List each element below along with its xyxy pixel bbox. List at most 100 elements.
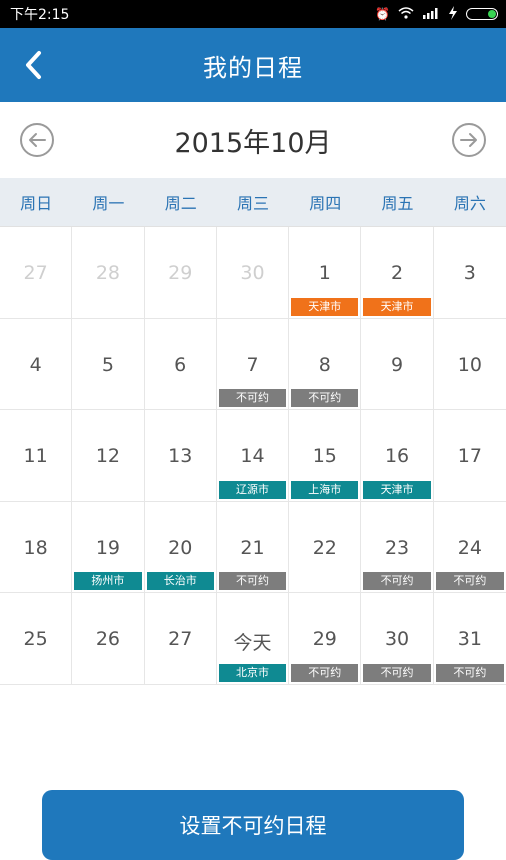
calendar-day-cell[interactable]: 27 — [0, 227, 73, 319]
alarm-icon: ⏰ — [375, 7, 390, 21]
calendar-day-cell[interactable]: 25 — [0, 593, 73, 685]
day-number: 28 — [95, 262, 121, 284]
calendar-day-cell[interactable]: 3 — [433, 227, 506, 319]
schedule-tag: 辽源市 — [218, 480, 287, 499]
day-number: 29 — [168, 262, 193, 284]
day-number: 30 — [384, 628, 410, 650]
calendar-day-cell[interactable]: 22 — [289, 501, 362, 593]
calendar-day-cell[interactable]: 7 不可约 — [216, 318, 290, 410]
day-number: 20 — [168, 536, 193, 559]
calendar-day-cell[interactable]: 15 上海市 — [289, 410, 362, 502]
weekday-label: 周六 — [453, 194, 486, 213]
calendar-day-cell[interactable]: 20 长治市 — [144, 501, 217, 593]
day-number: 16 — [384, 445, 410, 467]
day-number: 27 — [168, 628, 193, 650]
calendar-day-cell[interactable]: 17 — [433, 410, 506, 502]
calendar-day-cell[interactable]: 14 辽源市 — [216, 410, 290, 502]
day-number: 12 — [95, 445, 121, 467]
calendar-day-cell[interactable]: 今天 北京市 — [216, 593, 290, 685]
calendar-day-cell[interactable]: 24 不可约 — [433, 502, 506, 593]
day-number: 25 — [23, 628, 48, 650]
calendar-day-cell[interactable]: 4 — [0, 318, 73, 410]
charging-icon — [448, 5, 458, 23]
weekday-label: 周四 — [309, 194, 342, 213]
day-number: 今天 — [233, 632, 272, 654]
chevron-left-icon — [26, 51, 41, 79]
calendar-day-cell[interactable]: 12 — [72, 410, 145, 502]
schedule-tag: 天津市 — [363, 297, 431, 316]
month-title: 2015年10月 — [174, 127, 332, 159]
calendar-day-cell[interactable]: 13 — [144, 410, 217, 502]
day-number: 2 — [391, 262, 404, 284]
prev-month-button[interactable] — [20, 123, 54, 157]
day-number: 8 — [318, 353, 331, 376]
calendar-day-cell[interactable]: 29 — [144, 227, 217, 319]
calendar-day-cell[interactable]: 5 — [72, 318, 145, 410]
schedule-tag: 天津市 — [363, 480, 431, 499]
schedule-tag: 不可约 — [218, 389, 287, 407]
weekday-label: 周一 — [92, 194, 125, 213]
schedule-tag: 不可约 — [291, 389, 359, 407]
calendar-day-cell[interactable]: 30 不可约 — [361, 593, 434, 685]
status-time: 下午2:15 — [10, 7, 70, 23]
day-number: 10 — [457, 353, 482, 376]
day-number: 27 — [23, 262, 48, 284]
day-number: 29 — [312, 628, 337, 650]
arrow-right-icon — [459, 133, 477, 147]
day-number: 3 — [463, 262, 476, 284]
day-number: 9 — [391, 353, 404, 376]
calendar-day-cell[interactable]: 9 — [361, 318, 434, 410]
schedule-tag: 不可约 — [291, 663, 359, 682]
calendar-day-cell[interactable]: 19 扬州市 — [72, 501, 145, 593]
day-number: 7 — [246, 353, 259, 376]
day-number: 14 — [240, 445, 265, 467]
day-number: 1 — [318, 262, 331, 284]
schedule-tag: 不可约 — [363, 572, 431, 590]
app-bar: 我的日程 — [0, 28, 506, 102]
calendar-day-cell[interactable]: 18 — [0, 501, 73, 593]
calendar-day-cell[interactable]: 26 — [72, 593, 145, 685]
day-number: 17 — [457, 445, 482, 467]
schedule-tag: 扬州市 — [74, 572, 142, 590]
day-number: 21 — [240, 536, 265, 559]
calendar-day-cell[interactable]: 31 不可约 — [433, 593, 506, 685]
calendar-grid: 27 28 29 30 1 天津市 2 天津市 3 4 5 6 7 不可约 8 不可约 9 10 11 12 13 14 辽… — [0, 226, 506, 685]
day-number: 13 — [168, 445, 193, 467]
schedule-tag: 天津市 — [291, 297, 359, 316]
back-button[interactable] — [18, 50, 48, 80]
calendar-day-cell[interactable]: 10 — [433, 319, 506, 410]
calendar-day-cell[interactable]: 11 — [0, 410, 73, 502]
weekday-label: 周五 — [381, 194, 414, 213]
calendar-day-cell[interactable]: 2 天津市 — [361, 227, 434, 319]
day-number: 15 — [312, 445, 337, 467]
schedule-tag: 不可约 — [363, 663, 431, 682]
battery-icon — [466, 8, 498, 20]
day-number: 19 — [95, 536, 121, 559]
schedule-tag: 不可约 — [218, 572, 287, 590]
day-number: 5 — [101, 353, 114, 376]
day-number: 11 — [23, 445, 48, 467]
calendar-day-cell[interactable]: 8 不可约 — [289, 318, 362, 410]
month-navigation: 2015年10月 — [0, 102, 506, 178]
calendar-day-cell[interactable]: 29 不可约 — [289, 593, 362, 685]
weekday-label: 周三 — [236, 194, 269, 213]
schedule-tag: 不可约 — [435, 572, 504, 590]
calendar-day-cell[interactable]: 23 不可约 — [361, 501, 434, 593]
status-icons: ⏰ — [375, 5, 498, 23]
calendar-day-cell[interactable]: 16 天津市 — [361, 410, 434, 502]
page-title: 我的日程 — [203, 53, 303, 82]
calendar-day-cell[interactable]: 6 — [144, 318, 217, 410]
day-number: 18 — [23, 536, 48, 559]
calendar-day-cell[interactable]: 1 天津市 — [289, 227, 362, 319]
status-bar: 下午2:15 ⏰ — [0, 0, 506, 28]
wifi-icon — [398, 6, 414, 22]
calendar-day-cell[interactable]: 28 — [72, 227, 145, 319]
schedule-tag: 长治市 — [146, 572, 214, 590]
signal-icon — [422, 7, 440, 22]
calendar-day-cell[interactable]: 21 不可约 — [216, 501, 290, 593]
day-number: 4 — [29, 353, 42, 376]
schedule-tag: 不可约 — [435, 663, 504, 682]
calendar-day-cell[interactable]: 30 — [216, 227, 290, 319]
next-month-button[interactable] — [451, 123, 486, 157]
calendar-day-cell[interactable]: 27 — [144, 593, 217, 685]
